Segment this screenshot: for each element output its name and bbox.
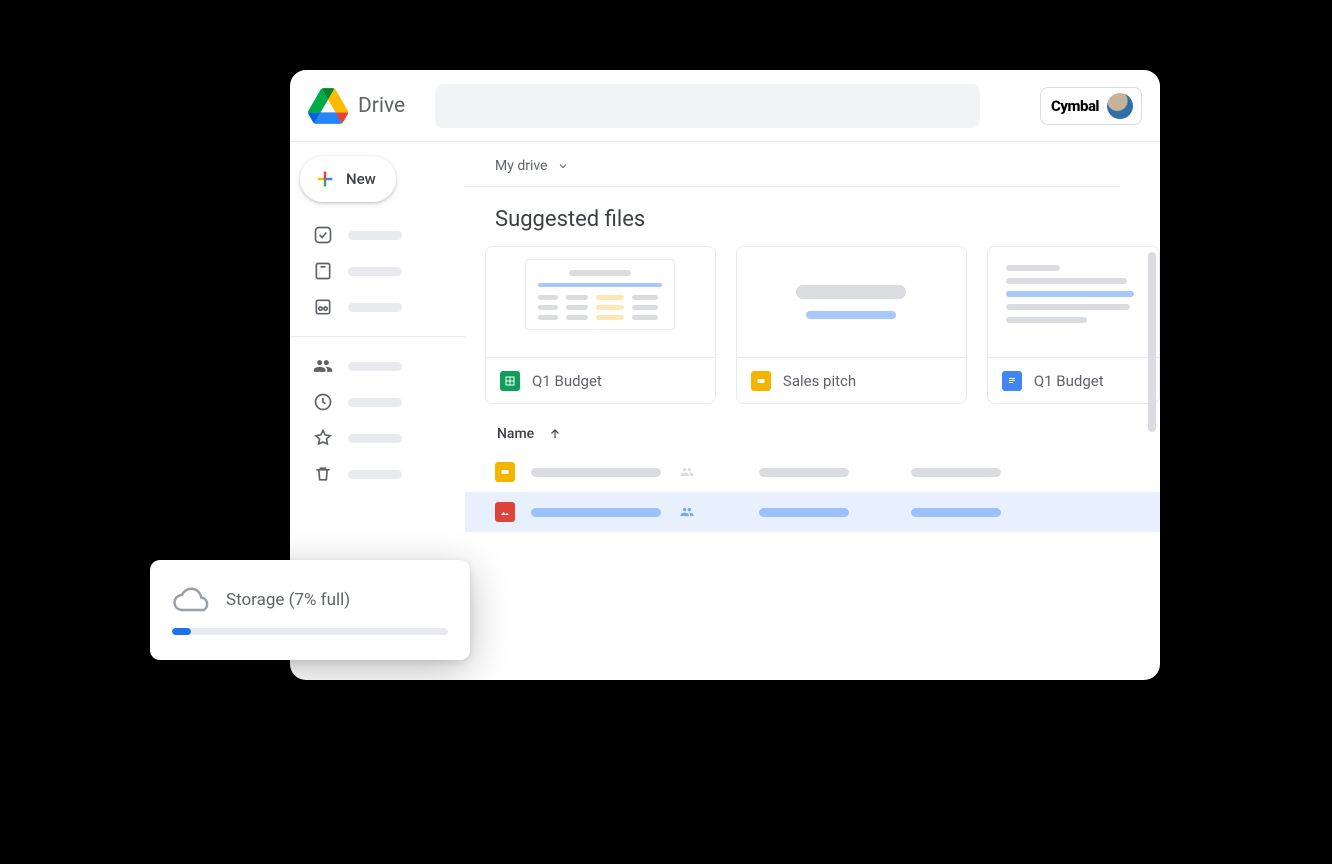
breadcrumb[interactable]: My drive [465,158,1120,187]
suggested-card[interactable]: Q1 Budget [987,246,1160,404]
thumbnail [988,247,1159,357]
list-header[interactable]: Name [465,404,1160,452]
chevron-down-icon [557,160,569,172]
scrollbar[interactable] [1148,252,1156,432]
suggested-card[interactable]: Sales pitch [736,246,967,404]
avatar [1107,93,1133,119]
account-switcher[interactable]: Cymbal [1040,87,1142,125]
sidebar-item-shared[interactable] [300,351,455,381]
file-row[interactable] [465,452,1160,492]
storage-progress-fill [172,628,191,635]
shared-icon [677,465,697,479]
sheets-icon [500,371,520,391]
shared-drives-icon [312,296,334,318]
trash-icon [312,463,334,485]
suggested-card[interactable]: Q1 Budget [485,246,716,404]
storage-widget[interactable]: Storage (7% full) [150,560,470,660]
card-title: Q1 Budget [532,372,602,390]
cloud-icon [172,586,212,614]
file-row-selected[interactable] [465,492,1160,532]
check-square-icon [312,224,334,246]
storage-progress [172,628,448,635]
slides-icon [751,371,771,391]
docs-icon [1002,371,1022,391]
suggested-title: Suggested files [495,207,1160,232]
sidebar-item-priority[interactable] [300,220,455,250]
image-icon [495,502,515,522]
drive-outline-icon [312,260,334,282]
sidebar-item-recent[interactable] [300,387,455,417]
main-content: My drive Suggested files [465,142,1160,680]
suggested-cards: Q1 Budget Sales pitch [465,246,1160,404]
star-icon [312,427,334,449]
sidebar-item-trash[interactable] [300,459,455,489]
sidebar-item-mydrive[interactable] [300,256,455,286]
drive-logo-icon [308,88,348,124]
sidebar-item-shareddrives[interactable] [300,292,455,322]
sidebar-item-starred[interactable] [300,423,455,453]
column-name: Name [497,426,534,442]
app-header: Drive Cymbal [290,70,1160,142]
thumbnail [486,247,715,357]
new-button-label: New [346,170,376,188]
sort-asc-icon [548,427,562,441]
card-title: Q1 Budget [1034,372,1104,390]
people-icon [312,355,334,377]
card-title: Sales pitch [783,372,856,390]
plus-icon [314,168,336,190]
shared-icon [677,505,697,519]
thumbnail [737,247,966,357]
search-input[interactable] [435,84,980,128]
breadcrumb-label: My drive [495,158,547,174]
storage-label: Storage (7% full) [226,590,350,610]
slides-icon [495,462,515,482]
brand-label: Cymbal [1051,97,1099,115]
clock-icon [312,391,334,413]
app-title: Drive [358,94,405,118]
new-button[interactable]: New [300,156,396,202]
